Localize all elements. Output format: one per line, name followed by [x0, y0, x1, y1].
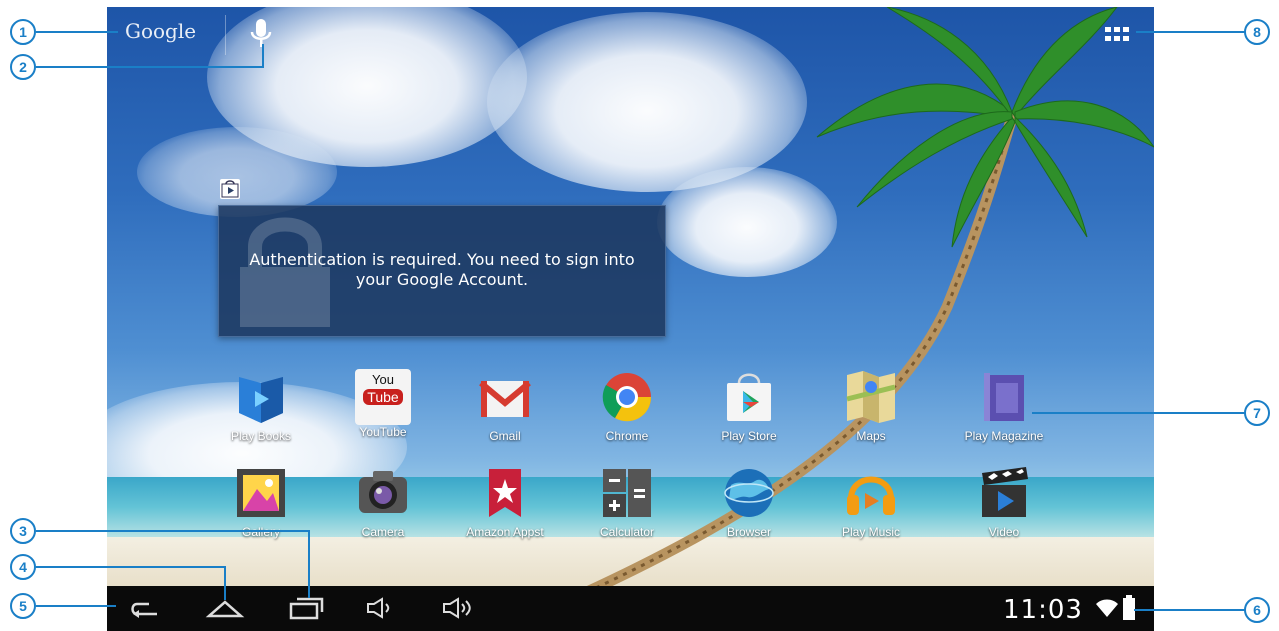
app-play-books[interactable]: Play Books [206, 369, 316, 443]
app-amazon-appstore[interactable]: Amazon Appst [450, 465, 560, 539]
callout-6: 6 [1244, 597, 1270, 623]
google-search-label[interactable]: Google [125, 19, 196, 43]
play-books-icon [239, 377, 283, 423]
app-gmail[interactable]: Gmail [450, 369, 560, 443]
app-maps[interactable]: Maps [816, 369, 926, 443]
auth-notification[interactable]: Authentication is required. You need to … [218, 205, 666, 337]
app-label: Play Books [230, 429, 292, 443]
youtube-icon-bottom: Tube [363, 389, 403, 405]
amazon-appstore-icon [489, 469, 521, 517]
gallery-icon [237, 469, 285, 517]
callout-line [224, 566, 226, 600]
callout-2: 2 [10, 54, 36, 80]
notification-message: Authentication is required. You need to … [249, 250, 635, 289]
play-music-icon [847, 476, 895, 515]
back-icon[interactable] [127, 596, 161, 620]
gmail-icon [479, 380, 531, 417]
calculator-icon [603, 469, 651, 517]
app-gallery[interactable]: Gallery [206, 465, 316, 539]
app-label: Maps [856, 429, 886, 443]
callout-line [1134, 609, 1246, 611]
browser-icon [724, 469, 774, 517]
app-label: Play Music [841, 525, 900, 539]
volume-down-icon[interactable] [365, 597, 395, 619]
apps-grid-icon[interactable] [1102, 23, 1132, 47]
youtube-icon-top: You [372, 372, 394, 387]
callout-5: 5 [10, 593, 36, 619]
app-label: YouTube [359, 425, 407, 439]
callout-line [308, 530, 310, 598]
camera-icon [359, 471, 407, 513]
recents-icon[interactable] [289, 594, 325, 620]
top-bar: Google [107, 7, 1154, 55]
callout-line [1136, 31, 1246, 33]
app-label: Amazon Appst [466, 525, 544, 539]
callout-1: 1 [10, 19, 36, 45]
home-screen: Google Authentication is required. You n… [107, 7, 1154, 631]
app-chrome[interactable]: Chrome [572, 369, 682, 443]
mic-icon[interactable] [250, 19, 272, 49]
callout-line [1032, 412, 1246, 414]
app-calculator[interactable]: Calculator [572, 465, 682, 539]
video-icon [982, 467, 1028, 517]
callout-4: 4 [10, 554, 36, 580]
app-youtube[interactable]: You Tube YouTube [328, 369, 438, 439]
app-label: Calculator [599, 525, 655, 539]
wallpaper-cloud [137, 127, 337, 217]
app-video[interactable]: Video [949, 465, 1059, 539]
volume-up-icon[interactable] [441, 597, 481, 619]
callout-line [36, 530, 310, 532]
callout-8: 8 [1244, 19, 1270, 45]
app-camera[interactable]: Camera [328, 465, 438, 539]
youtube-icon: You Tube [355, 369, 411, 425]
callout-line [36, 605, 116, 607]
callout-7: 7 [1244, 400, 1270, 426]
callout-3: 3 [10, 518, 36, 544]
app-label: Chrome [605, 429, 649, 443]
wifi-icon [1096, 599, 1118, 617]
status-clock[interactable]: 11:03 [1003, 595, 1083, 625]
callout-line [36, 31, 118, 33]
chrome-icon [602, 373, 652, 422]
app-label: Gallery [241, 525, 280, 539]
app-play-music[interactable]: Play Music [816, 465, 926, 539]
app-label: Play Magazine [964, 429, 1044, 443]
app-label: Play Store [721, 429, 777, 443]
system-navigation-bar: 11:03 [107, 586, 1154, 631]
battery-icon [1123, 595, 1135, 620]
callout-line [262, 44, 264, 68]
play-store-icon [727, 373, 771, 421]
app-play-store[interactable]: Play Store [694, 369, 804, 443]
app-label: Gmail [489, 429, 521, 443]
play-store-badge-icon [220, 179, 240, 199]
app-play-magazine[interactable]: Play Magazine [949, 369, 1059, 443]
app-label: Browser [726, 525, 771, 539]
app-label: Video [988, 525, 1020, 539]
app-browser[interactable]: Browser [694, 465, 804, 539]
search-divider [225, 15, 226, 55]
play-magazine-icon [984, 373, 1024, 421]
callout-line [36, 66, 264, 68]
maps-icon [846, 371, 896, 423]
app-label: Camera [361, 525, 405, 539]
callout-line [36, 566, 226, 568]
